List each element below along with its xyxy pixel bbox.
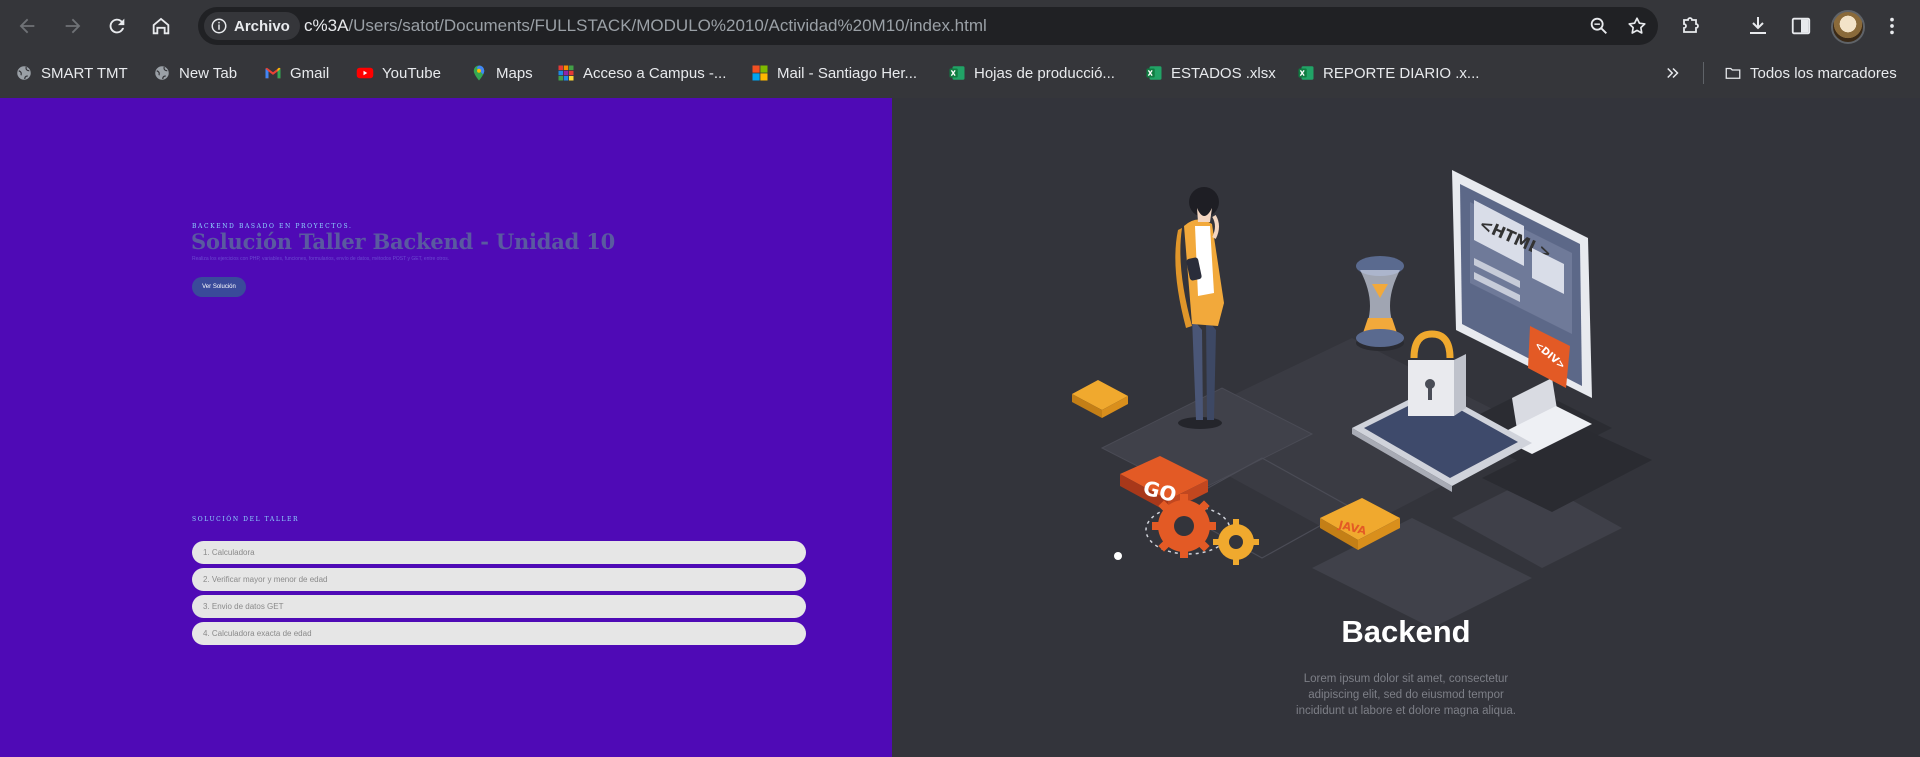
youtube-icon bbox=[356, 67, 374, 79]
back-button[interactable] bbox=[9, 8, 45, 44]
hero-description: Realiza los ejercicios con PHP, variable… bbox=[192, 256, 450, 262]
bookmark-campus[interactable]: Acceso a Campus -... bbox=[557, 61, 726, 85]
globe-icon bbox=[17, 66, 31, 80]
all-bookmarks-label: Todos los marcadores bbox=[1750, 64, 1897, 82]
backend-description: Lorem ipsum dolor sit amet, consectetur … bbox=[1296, 673, 1516, 717]
bookmarks-bar: SMART TMT New Tab Gmail YouTube Maps Acc… bbox=[0, 56, 1920, 90]
chevron-double-right-icon bbox=[1667, 67, 1679, 79]
forward-icon bbox=[65, 18, 81, 34]
solution-item-calculadora[interactable]: 1. Calculadora bbox=[192, 541, 806, 564]
more-menu-button[interactable] bbox=[1878, 12, 1906, 40]
bookmark-label: SMART TMT bbox=[41, 64, 128, 82]
bookmark-mail[interactable]: Mail - Santiago Her... bbox=[751, 61, 917, 85]
address-bar[interactable]: Archivo c%3A/Users/satot/Documents/FULLS… bbox=[198, 7, 1658, 45]
microsoft-icon bbox=[752, 65, 768, 81]
avatar[interactable] bbox=[1831, 10, 1865, 44]
solutions-label: SOLUCIÓN DEL TALLER bbox=[192, 516, 300, 523]
download-icon bbox=[1750, 17, 1766, 34]
bookmark-smart-tmt[interactable]: SMART TMT bbox=[15, 61, 128, 85]
bookmark-label: Mail - Santiago Her... bbox=[777, 64, 918, 82]
bookmark-label: Acceso a Campus -... bbox=[583, 64, 727, 82]
right-panel: <HTML> <DIV> GO JAVA Backend Lorem ipsum… bbox=[892, 98, 1920, 757]
bookmark-estados[interactable]: ESTADOS .xlsx bbox=[1145, 61, 1276, 85]
globe-icon bbox=[155, 66, 169, 80]
more-menu-icon bbox=[1890, 17, 1894, 35]
bookmark-maps[interactable]: Maps bbox=[470, 61, 533, 85]
url-host: c%3A bbox=[304, 16, 349, 35]
maps-icon bbox=[473, 65, 485, 81]
bookmark-reporte[interactable]: REPORTE DIARIO .x... bbox=[1297, 61, 1479, 85]
excel-icon bbox=[1146, 66, 1162, 80]
bookmark-label: Hojas de producció... bbox=[974, 64, 1115, 82]
site-info-chip[interactable]: Archivo bbox=[204, 12, 300, 40]
left-panel: BACKEND BASADO EN PROYECTOS. Solución Ta… bbox=[0, 98, 892, 757]
reload-icon bbox=[109, 18, 125, 34]
backend-title: Backend bbox=[1341, 614, 1471, 649]
bookmarks-divider bbox=[1703, 62, 1704, 84]
forward-button[interactable] bbox=[55, 8, 91, 44]
home-button[interactable] bbox=[143, 8, 179, 44]
bookmark-gmail[interactable]: Gmail bbox=[264, 61, 329, 85]
bookmark-youtube[interactable]: YouTube bbox=[356, 61, 441, 85]
excel-icon bbox=[949, 66, 965, 80]
side-panel-button[interactable] bbox=[1787, 12, 1815, 40]
hourglass-icon bbox=[1356, 256, 1404, 351]
zoom-icon bbox=[1590, 17, 1607, 34]
reload-button[interactable] bbox=[99, 8, 135, 44]
backend-illustration: <HTML> <DIV> GO JAVA bbox=[1072, 170, 1652, 628]
page-title: Solución Taller Backend - Unidad 10 bbox=[191, 229, 616, 254]
zoom-button[interactable] bbox=[1586, 13, 1612, 39]
page-content: BACKEND BASADO EN PROYECTOS. Solución Ta… bbox=[0, 98, 1920, 757]
excel-icon bbox=[1298, 66, 1314, 80]
star-icon bbox=[1628, 17, 1646, 34]
back-icon bbox=[19, 18, 35, 34]
url-text[interactable]: c%3A/Users/satot/Documents/FULLSTACK/MOD… bbox=[304, 16, 987, 36]
solution-item-verificar-edad[interactable]: 2. Verificar mayor y menor de edad bbox=[192, 568, 806, 591]
side-panel-icon bbox=[1791, 17, 1811, 35]
bookmark-label: New Tab bbox=[179, 64, 238, 82]
home-icon bbox=[152, 17, 170, 35]
grid-logo-icon bbox=[558, 65, 574, 81]
info-icon bbox=[211, 18, 227, 34]
extensions-icon bbox=[1683, 17, 1699, 33]
url-path: /Users/satot/Documents/FULLSTACK/MODULO%… bbox=[348, 16, 987, 35]
bookmark-label: REPORTE DIARIO .x... bbox=[1323, 64, 1480, 82]
bookmark-label: ESTADOS .xlsx bbox=[1171, 64, 1276, 82]
bookmark-label: Maps bbox=[496, 64, 533, 82]
gear-icon bbox=[1114, 494, 1259, 565]
gmail-icon bbox=[265, 67, 281, 79]
extensions-button[interactable] bbox=[1677, 12, 1705, 40]
bookmark-new-tab[interactable]: New Tab bbox=[153, 61, 237, 85]
all-bookmarks-button[interactable]: Todos los marcadores bbox=[1724, 61, 1897, 85]
site-chip-label: Archivo bbox=[234, 17, 290, 35]
lock-icon bbox=[1408, 330, 1466, 416]
bookmark-label: Gmail bbox=[290, 64, 330, 82]
bookmarks-overflow-button[interactable] bbox=[1664, 61, 1682, 85]
bookmark-hojas[interactable]: Hojas de producció... bbox=[948, 61, 1115, 85]
browser-toolbar: Archivo c%3A/Users/satot/Documents/FULLS… bbox=[0, 4, 1920, 48]
download-button[interactable] bbox=[1744, 12, 1772, 40]
folder-icon bbox=[1725, 67, 1741, 79]
browser-chrome: Archivo c%3A/Users/satot/Documents/FULLS… bbox=[0, 0, 1920, 98]
solution-item-envio-get[interactable]: 3. Envio de datos GET bbox=[192, 595, 806, 618]
bookmark-star-button[interactable] bbox=[1624, 13, 1650, 39]
yellow-tile-icon bbox=[1072, 380, 1128, 418]
bookmark-label: YouTube bbox=[382, 64, 441, 82]
solution-item-calculadora-edad[interactable]: 4. Calculadora exacta de edad bbox=[192, 622, 806, 645]
view-solution-button[interactable]: Ver Solución bbox=[192, 277, 246, 297]
